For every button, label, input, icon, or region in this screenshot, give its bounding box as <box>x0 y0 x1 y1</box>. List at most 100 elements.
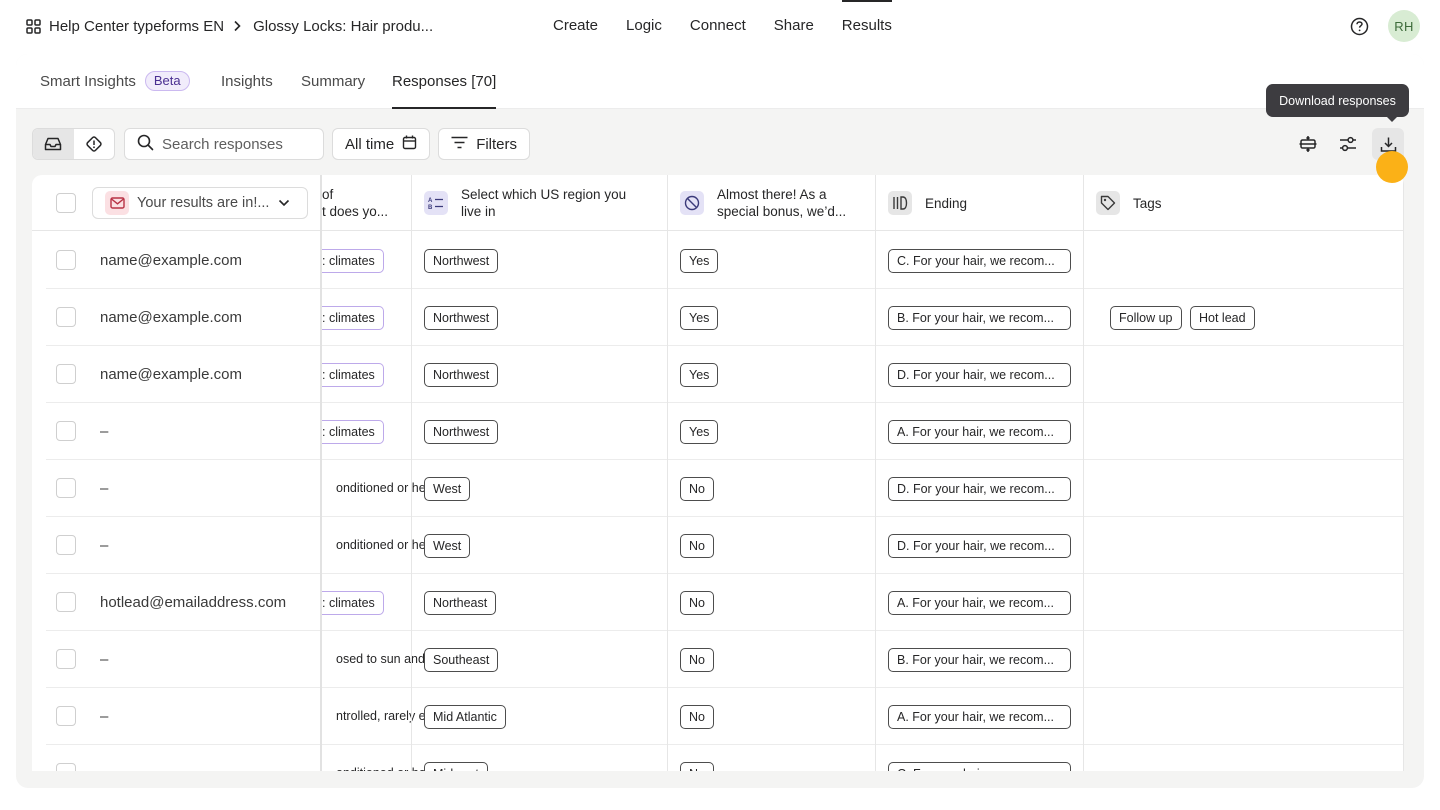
column-header-tags[interactable]: Tags <box>1133 195 1162 212</box>
row-checkbox[interactable] <box>56 250 76 270</box>
ending-icon <box>888 191 912 215</box>
row-density-icon[interactable] <box>1292 128 1324 160</box>
nav-results[interactable]: Results <box>828 0 906 52</box>
bonus-answer-chip: No <box>680 591 714 615</box>
row-checkbox[interactable] <box>56 592 76 612</box>
select-all-checkbox[interactable] <box>56 193 76 213</box>
ending-chip: D. For your hair, we recom... <box>888 363 1071 387</box>
column-header-climate-line1: of <box>322 187 334 202</box>
bonus-answer-chip: No <box>680 705 714 729</box>
nav-create[interactable]: Create <box>539 0 612 52</box>
table-row[interactable]: – ntrolled, rarely e Mid Atlantic No A. For … <box>46 688 1404 745</box>
table-row[interactable]: – onditioned or hea West No D. For your hair… <box>46 517 1404 574</box>
nav-share[interactable]: Share <box>760 0 828 52</box>
download-tooltip: Download responses <box>1266 84 1409 122</box>
row-checkbox[interactable] <box>56 706 76 726</box>
yes-no-icon <box>680 191 704 215</box>
region-answer-chip: Northwest <box>424 306 499 330</box>
responses-toolbar: All time Filters <box>32 128 531 160</box>
table-header: Your results are in!... of t does yo... … <box>32 175 1404 231</box>
responses-table: Your results are in!... of t does yo... … <box>32 175 1404 771</box>
region-answer-chip: Northwest <box>424 420 499 444</box>
respondent-email: – <box>100 708 109 725</box>
column-header-bonus-line1: Almost there! As a <box>717 187 827 202</box>
question-selector-label: Your results are in!... <box>137 195 270 211</box>
row-checkbox[interactable] <box>56 478 76 498</box>
climate-answer-chip: : climates <box>322 249 384 273</box>
table-row[interactable]: name@example.com: climates Northwest Yes C.… <box>46 232 1404 289</box>
breadcrumb-form[interactable]: Glossy Locks: Hair produ... <box>253 18 433 35</box>
climate-answer-chip: : climates <box>322 306 384 330</box>
bonus-answer-chip: No <box>680 762 714 771</box>
inbox-view-icon[interactable] <box>33 129 74 159</box>
table-row[interactable]: – onditioned or hea West No D. For your hair… <box>46 460 1404 517</box>
region-answer-chip: Northeast <box>424 591 497 615</box>
bonus-answer-chip: No <box>680 648 714 672</box>
workspace-grid-icon[interactable] <box>26 18 41 34</box>
column-settings-icon[interactable] <box>1332 128 1364 160</box>
avatar[interactable]: RH <box>1388 10 1420 42</box>
table-row[interactable]: – osed to sun and Southeast No B. For your h… <box>46 631 1404 688</box>
column-header-ending[interactable]: Ending <box>925 195 967 212</box>
nav-logic[interactable]: Logic <box>612 0 676 52</box>
filter-icon <box>451 136 468 153</box>
table-row[interactable]: name@example.com: climates Northwest Yes D.… <box>46 346 1404 403</box>
table-row[interactable]: onditioned or heaMidwestNoC. For your ha… <box>46 745 1404 771</box>
table-row[interactable]: –: climates Northwest Yes A. For your hair,… <box>46 403 1404 460</box>
row-checkbox[interactable] <box>56 535 76 555</box>
row-checkbox[interactable] <box>56 364 76 384</box>
column-header-climate[interactable]: of t does yo... <box>322 186 412 220</box>
column-header-bonus-line2: special bonus, we’d... <box>717 204 847 219</box>
bonus-answer-chip: No <box>680 477 714 501</box>
region-answer-chip: Northwest <box>424 249 499 273</box>
search-box <box>124 128 324 160</box>
column-header-region[interactable]: Select which US region you live in <box>461 186 626 220</box>
bonus-answer-chip: Yes <box>680 306 719 330</box>
nav-connect[interactable]: Connect <box>676 0 760 52</box>
column-divider <box>1403 175 1404 771</box>
respondent-email: – <box>100 423 109 440</box>
respondent-email: – <box>100 480 109 497</box>
tab-smart-insights[interactable]: Smart Insights Beta <box>40 54 190 109</box>
table-row[interactable]: hotlead@emailaddress.com: climates Northe… <box>46 574 1404 631</box>
filters-button[interactable]: Filters <box>438 128 531 160</box>
search-input[interactable] <box>162 135 312 153</box>
region-answer-chip: Mid Atlantic <box>424 705 506 729</box>
breadcrumb-workspace[interactable]: Help Center typeforms EN <box>49 18 224 35</box>
tag-chip[interactable]: Follow up <box>1110 306 1182 330</box>
column-header-region-line2: live in <box>461 204 496 219</box>
time-filter-button[interactable]: All time <box>332 128 431 160</box>
list-sort-icon: AB <box>424 191 448 215</box>
question-selector[interactable]: Your results are in!... <box>92 187 308 219</box>
top-nav: Create Logic Connect Share Results <box>539 0 906 52</box>
top-bar: Help Center typeforms EN Glossy Locks: H… <box>0 0 1440 52</box>
tab-insights[interactable]: Insights <box>221 54 273 109</box>
tab-responses[interactable]: Responses [70] <box>392 54 497 109</box>
help-icon[interactable] <box>1350 17 1369 36</box>
diamond-view-icon[interactable] <box>74 129 115 159</box>
bonus-answer-chip: Yes <box>680 249 719 273</box>
column-divider <box>875 175 876 771</box>
envelope-icon <box>105 191 129 215</box>
row-checkbox[interactable] <box>56 307 76 327</box>
results-panel: Smart Insights Beta Insights Summary Resp… <box>16 54 1424 788</box>
region-answer-chip: Midwest <box>424 762 488 771</box>
filters-label: Filters <box>476 135 518 153</box>
column-header-bonus[interactable]: Almost there! As a special bonus, we’d..… <box>717 186 846 220</box>
respondent-email: name@example.com <box>100 309 242 326</box>
tab-summary[interactable]: Summary <box>301 54 365 109</box>
column-divider <box>667 175 668 771</box>
tag-chip[interactable]: Hot lead <box>1190 306 1255 330</box>
frozen-column-divider <box>320 175 322 771</box>
results-tabs: Smart Insights Beta Insights Summary Resp… <box>16 54 1424 109</box>
time-filter-label: All time <box>345 135 395 153</box>
row-checkbox[interactable] <box>56 649 76 669</box>
svg-text:B: B <box>428 205 433 210</box>
row-checkbox[interactable] <box>56 421 76 441</box>
table-row[interactable]: name@example.com: climates Northwest Yes B.… <box>46 289 1404 346</box>
chevron-right-icon <box>233 20 241 32</box>
search-icon <box>137 134 154 154</box>
row-checkbox[interactable] <box>56 763 76 771</box>
svg-text:A: A <box>428 198 433 204</box>
ending-chip: B. For your hair, we recom... <box>888 648 1071 672</box>
